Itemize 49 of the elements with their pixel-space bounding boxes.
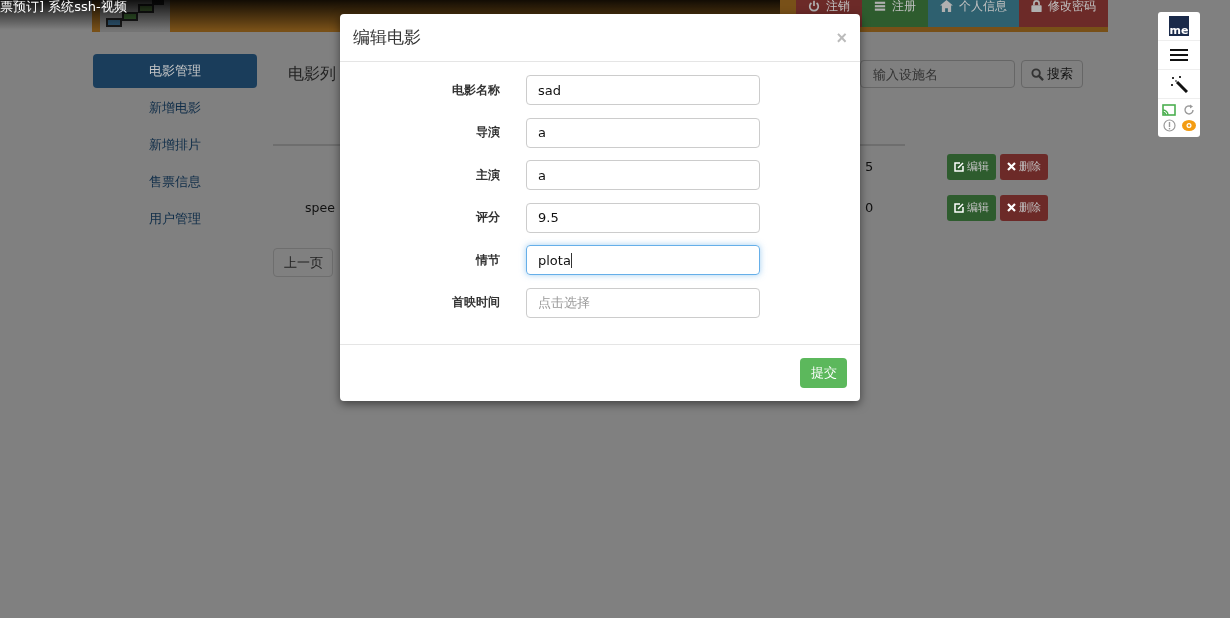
sidebar-item[interactable]: 用户管理 xyxy=(93,202,257,236)
nav-button[interactable]: 修改密码 xyxy=(1019,0,1108,27)
search-button[interactable]: 搜索 xyxy=(1021,60,1083,88)
delete-button[interactable]: 删除 xyxy=(1000,194,1048,221)
input-field[interactable]: plota xyxy=(526,245,760,276)
edit-button[interactable]: 编辑 xyxy=(947,194,996,221)
input-field[interactable]: 点击选择 xyxy=(526,287,760,318)
field-label: 首映时间 xyxy=(451,294,500,312)
close-icon xyxy=(1007,203,1016,212)
submit-button[interactable]: 提交 xyxy=(800,357,847,388)
edit-button[interactable]: 编辑 xyxy=(947,153,996,180)
nav-button[interactable]: 个人信息 xyxy=(928,0,1019,27)
input-field[interactable]: a xyxy=(526,117,760,148)
close-icon xyxy=(1007,162,1016,171)
alert-icon[interactable] xyxy=(1162,119,1176,132)
search-icon xyxy=(1031,67,1044,81)
power-icon xyxy=(808,0,820,12)
delete-button[interactable]: 删除 xyxy=(1000,153,1048,180)
field-label: 评分 xyxy=(474,209,500,227)
table-cell: 0 xyxy=(865,200,874,215)
input-field[interactable]: sad xyxy=(526,75,760,105)
input-field[interactable]: a xyxy=(526,160,760,191)
refresh-icon[interactable] xyxy=(1183,104,1195,116)
input-field[interactable]: 9.5 xyxy=(526,202,760,233)
sidebar-item[interactable]: 售票信息 xyxy=(93,165,257,199)
sidebar-item[interactable]: 电影管理 xyxy=(93,54,257,88)
cast-icon[interactable] xyxy=(1162,104,1176,116)
table-cell: 5 xyxy=(865,159,874,174)
edit-icon xyxy=(954,161,964,172)
field-label: 主演 xyxy=(475,166,500,184)
magic-wand-icon[interactable] xyxy=(1170,75,1188,93)
extension-logo[interactable]: me xyxy=(1169,16,1189,36)
dialog-title: 编辑电影 xyxy=(353,26,421,49)
search-field[interactable]: 输入设施名 xyxy=(860,60,1015,88)
field-label: 电影名称 xyxy=(451,81,500,99)
list-icon xyxy=(874,0,886,12)
edit-icon xyxy=(954,202,964,213)
video-title: 票预订] 系统ssh-视频 xyxy=(0,0,127,16)
nav-button[interactable]: 注册 xyxy=(862,0,928,27)
lock-icon xyxy=(1031,0,1042,12)
field-label: 导演 xyxy=(475,124,500,142)
menu-icon[interactable] xyxy=(1170,48,1188,62)
table-cell: spee xyxy=(305,200,335,215)
sidebar-item[interactable]: 新增排片 xyxy=(93,128,257,162)
page-title: 电影列 xyxy=(288,63,336,85)
sidebar-item[interactable]: 新增电影 xyxy=(93,91,257,125)
home-icon xyxy=(940,0,953,12)
field-label: 情节 xyxy=(474,251,500,269)
eye-icon[interactable] xyxy=(1182,120,1196,131)
